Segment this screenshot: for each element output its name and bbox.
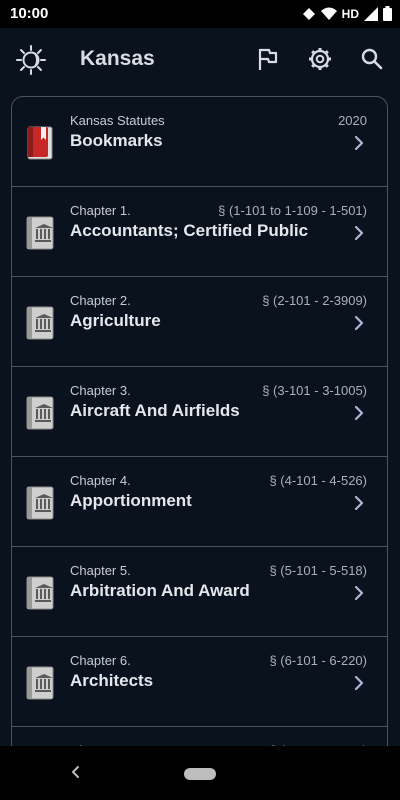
book-icon [26, 576, 54, 610]
chapter-range: § (1-101 to 1-109 - 1-501) [218, 203, 367, 218]
chapter-label: Chapter 6. [70, 653, 131, 668]
chapter-range: § (6-101 - 6-220) [269, 653, 367, 668]
chapter-title: Accountants; Certified Public [70, 221, 309, 240]
bookmarks-title: Bookmarks [70, 131, 163, 150]
wifi-icon [320, 7, 337, 20]
book-icon [26, 396, 54, 430]
gear-icon [309, 48, 331, 70]
flag-icon [258, 48, 278, 70]
chapter-label: Chapter 1. [70, 203, 131, 218]
book-icon [26, 306, 54, 340]
chapter-label: Chapter 2. [70, 293, 131, 308]
network-type-label: HD [341, 6, 359, 21]
chapter-item-6[interactable]: Chapter 6. § (6-101 - 6-220) Architects [12, 637, 387, 727]
chevron-right-icon [354, 225, 364, 241]
book-icon [26, 666, 54, 700]
app-bar: Kansas [0, 28, 400, 90]
chapter-title: Architects [70, 671, 154, 690]
chevron-right-icon [354, 585, 364, 601]
chapter-item-4[interactable]: Chapter 4. § (4-101 - 4-526) Apportionme… [12, 457, 387, 547]
chapter-item-1[interactable]: Chapter 1. § (1-101 to 1-109 - 1-501) Ac… [12, 187, 387, 277]
chapter-range: § (5-101 - 5-518) [269, 563, 367, 578]
theme-toggle-button[interactable] [16, 45, 46, 75]
navigation-bar [0, 746, 400, 800]
chevron-right-icon [354, 135, 364, 151]
signal-icon [364, 6, 378, 21]
status-time: 10:00 [10, 5, 49, 22]
back-icon[interactable] [68, 764, 84, 780]
notification-icon [302, 7, 315, 20]
book-icon [26, 216, 54, 250]
bookmarks-subtitle: Kansas Statutes [70, 113, 165, 128]
chevron-right-icon [354, 405, 364, 421]
bookmarks-item[interactable]: Kansas Statutes 2020 Bookmarks [12, 97, 387, 187]
settings-button[interactable] [306, 45, 334, 73]
chapter-list: Kansas Statutes 2020 Bookmarks Chapter 1… [11, 96, 388, 756]
chapter-range: § (3-101 - 3-1005) [262, 383, 367, 398]
status-icons: HD [302, 6, 392, 21]
chapter-item-5[interactable]: Chapter 5. § (5-101 - 5-518) Arbitration… [12, 547, 387, 637]
chapter-title: Arbitration And Award [70, 581, 250, 600]
chapter-title: Apportionment [70, 491, 192, 510]
chevron-right-icon [354, 675, 364, 691]
chapter-title: Agriculture [70, 311, 161, 330]
chapter-label: Chapter 5. [70, 563, 131, 578]
book-icon [26, 486, 54, 520]
chapter-item-3[interactable]: Chapter 3. § (3-101 - 3-1005) Aircraft A… [12, 367, 387, 457]
bookmark-book-icon [26, 126, 54, 160]
search-button[interactable] [358, 45, 386, 73]
chapter-label: Chapter 3. [70, 383, 131, 398]
chapter-label: Chapter 4. [70, 473, 131, 488]
search-icon [361, 48, 383, 70]
home-pill[interactable] [184, 768, 216, 780]
theme-icon [16, 45, 46, 75]
page-title: Kansas [80, 47, 155, 70]
chapter-title: Aircraft And Airfields [70, 401, 240, 420]
chevron-right-icon [354, 315, 364, 331]
battery-icon [383, 6, 392, 21]
status-bar: 10:00 HD [0, 0, 400, 28]
chapter-item-2[interactable]: Chapter 2. § (2-101 - 2-3909) Agricultur… [12, 277, 387, 367]
chapter-range: § (4-101 - 4-526) [269, 473, 367, 488]
bookmarks-year: 2020 [338, 113, 367, 128]
chevron-right-icon [354, 495, 364, 511]
chapter-range: § (2-101 - 2-3909) [262, 293, 367, 308]
flag-button[interactable] [254, 45, 282, 73]
